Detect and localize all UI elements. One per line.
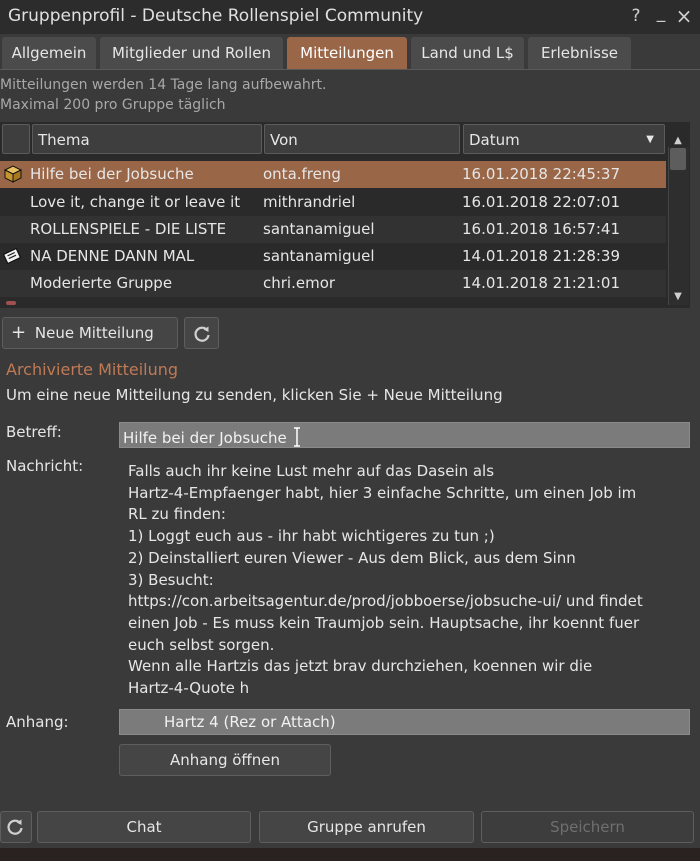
row-date: 14.01.2018 21:21:01 <box>462 274 621 292</box>
table-row[interactable]: Moderierte Gruppe chri.emor 14.01.2018 2… <box>0 270 666 297</box>
row-date: 16.01.2018 22:07:01 <box>462 193 621 211</box>
message-label: Nachricht: <box>6 457 84 475</box>
row-from: onta.freng <box>263 165 341 183</box>
column-header-icon[interactable] <box>2 124 30 154</box>
row-from: mithrandriel <box>263 193 356 211</box>
row-subject: NA DENNE DANN MAL <box>30 247 195 265</box>
refresh-icon <box>7 819 23 835</box>
plus-icon: + <box>11 322 27 343</box>
tab-experiences[interactable]: Erlebnisse <box>528 37 631 69</box>
table-row[interactable]: Love it, change it or leave it mithrandr… <box>0 189 666 216</box>
refresh-icon <box>194 326 210 342</box>
subject-field[interactable]: Hilfe bei der Jobsuche <box>119 422 690 448</box>
limit-info: Maximal 200 pro Gruppe täglich <box>0 97 226 113</box>
new-notice-label: Neue Mitteilung <box>34 324 154 342</box>
section-title: Archivierte Mitteilung <box>6 360 179 379</box>
tab-land[interactable]: Land und L$ <box>411 37 524 69</box>
table-scrollbar[interactable] <box>668 147 689 305</box>
open-attachment-button[interactable]: Anhang öffnen <box>119 744 331 776</box>
column-header-from[interactable]: Von <box>264 124 460 154</box>
window-title: Gruppenprofil - Deutsche Rollenspiel Com… <box>8 6 424 26</box>
scroll-up-icon[interactable]: ▲ <box>670 135 686 147</box>
refresh-notices-button[interactable] <box>184 317 219 349</box>
tab-general[interactable]: Allgemein <box>2 37 96 69</box>
row-subject: Hilfe bei der Jobsuche <box>30 165 194 183</box>
new-notice-button[interactable]: + Neue Mitteilung <box>2 317 178 349</box>
help-button[interactable]: ? <box>626 5 646 27</box>
table-row[interactable]: Hilfe bei der Jobsuche onta.freng 16.01.… <box>0 161 666 188</box>
refresh-group-button[interactable] <box>0 811 32 843</box>
column-header-date-label: Datum <box>469 131 520 149</box>
row-from: santanamiguel <box>263 247 375 265</box>
table-row-partial[interactable] <box>0 297 666 307</box>
row-date: 16.01.2018 22:45:37 <box>462 165 621 183</box>
sort-descending-icon: ▼ <box>646 134 654 145</box>
subject-value: Hilfe bei der Jobsuche <box>123 429 287 447</box>
row-date: 14.01.2018 21:28:39 <box>462 247 621 265</box>
minimize-button[interactable]: _ <box>651 2 671 24</box>
subject-label: Betreff: <box>6 423 62 441</box>
close-button[interactable]: × <box>674 5 694 27</box>
new-notice-hint: Um eine neue Mitteilung zu senden, klick… <box>6 386 503 404</box>
call-group-button[interactable]: Gruppe anrufen <box>259 811 474 843</box>
window-bottom-edge <box>0 848 700 861</box>
column-header-date[interactable]: Datum ▼ <box>463 124 665 154</box>
message-body[interactable]: Falls auch ihr keine Lust mehr auf das D… <box>128 461 683 700</box>
row-from: chri.emor <box>263 274 336 292</box>
scroll-down-icon[interactable]: ▼ <box>670 291 686 303</box>
tab-members-roles[interactable]: Mitglieder und Rollen <box>100 37 283 69</box>
chat-button[interactable]: Chat <box>37 811 251 843</box>
table-row[interactable]: NA DENNE DANN MAL santanamiguel 14.01.20… <box>0 243 666 270</box>
attachment-field: Hartz 4 (Rez or Attach) <box>119 709 690 735</box>
row-from: santanamiguel <box>263 220 375 238</box>
scroll-thumb[interactable] <box>670 148 686 170</box>
row-date: 16.01.2018 16:57:41 <box>462 220 621 238</box>
row-subject: Moderierte Gruppe <box>30 274 173 292</box>
tab-notices[interactable]: Mitteilungen <box>287 37 407 69</box>
retention-info: Mitteilungen werden 14 Tage lang aufbewa… <box>0 77 327 93</box>
row-icon <box>6 301 16 305</box>
package-icon <box>3 165 23 183</box>
table-row[interactable]: ROLLENSPIELE - DIE LISTE santanamiguel 1… <box>0 216 666 243</box>
attachment-label: Anhang: <box>6 713 69 731</box>
tab-divider <box>0 69 700 70</box>
row-subject: Love it, change it or leave it <box>30 193 241 211</box>
column-header-subject[interactable]: Thema <box>32 124 262 154</box>
notecard-icon <box>2 247 22 265</box>
save-button[interactable]: Speichern <box>481 811 694 843</box>
row-subject: ROLLENSPIELE - DIE LISTE <box>30 220 227 238</box>
text-cursor-icon <box>292 427 302 447</box>
